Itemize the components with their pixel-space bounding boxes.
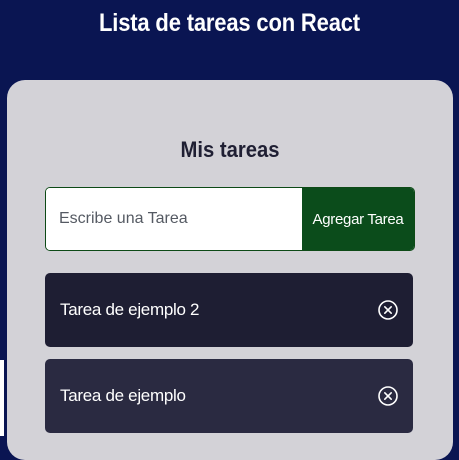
task-list: Tarea de ejemplo 2 Tarea de ejemplo (45, 273, 413, 445)
edge-strip (0, 360, 4, 436)
app-title: Lista de tareas con React (99, 9, 360, 37)
card-title: Mis tareas (180, 137, 280, 162)
task-item: Tarea de ejemplo (45, 359, 413, 433)
task-item: Tarea de ejemplo 2 (45, 273, 413, 347)
circle-x-icon[interactable] (377, 385, 399, 407)
task-text: Tarea de ejemplo 2 (60, 300, 200, 319)
task-text: Tarea de ejemplo (60, 386, 186, 405)
task-input[interactable] (46, 188, 302, 250)
circle-x-icon[interactable] (377, 299, 399, 321)
task-form: Agregar Tarea (45, 187, 415, 251)
add-task-button[interactable]: Agregar Tarea (302, 188, 414, 250)
task-card: Mis tareas Agregar Tarea Tarea de ejempl… (7, 80, 453, 460)
